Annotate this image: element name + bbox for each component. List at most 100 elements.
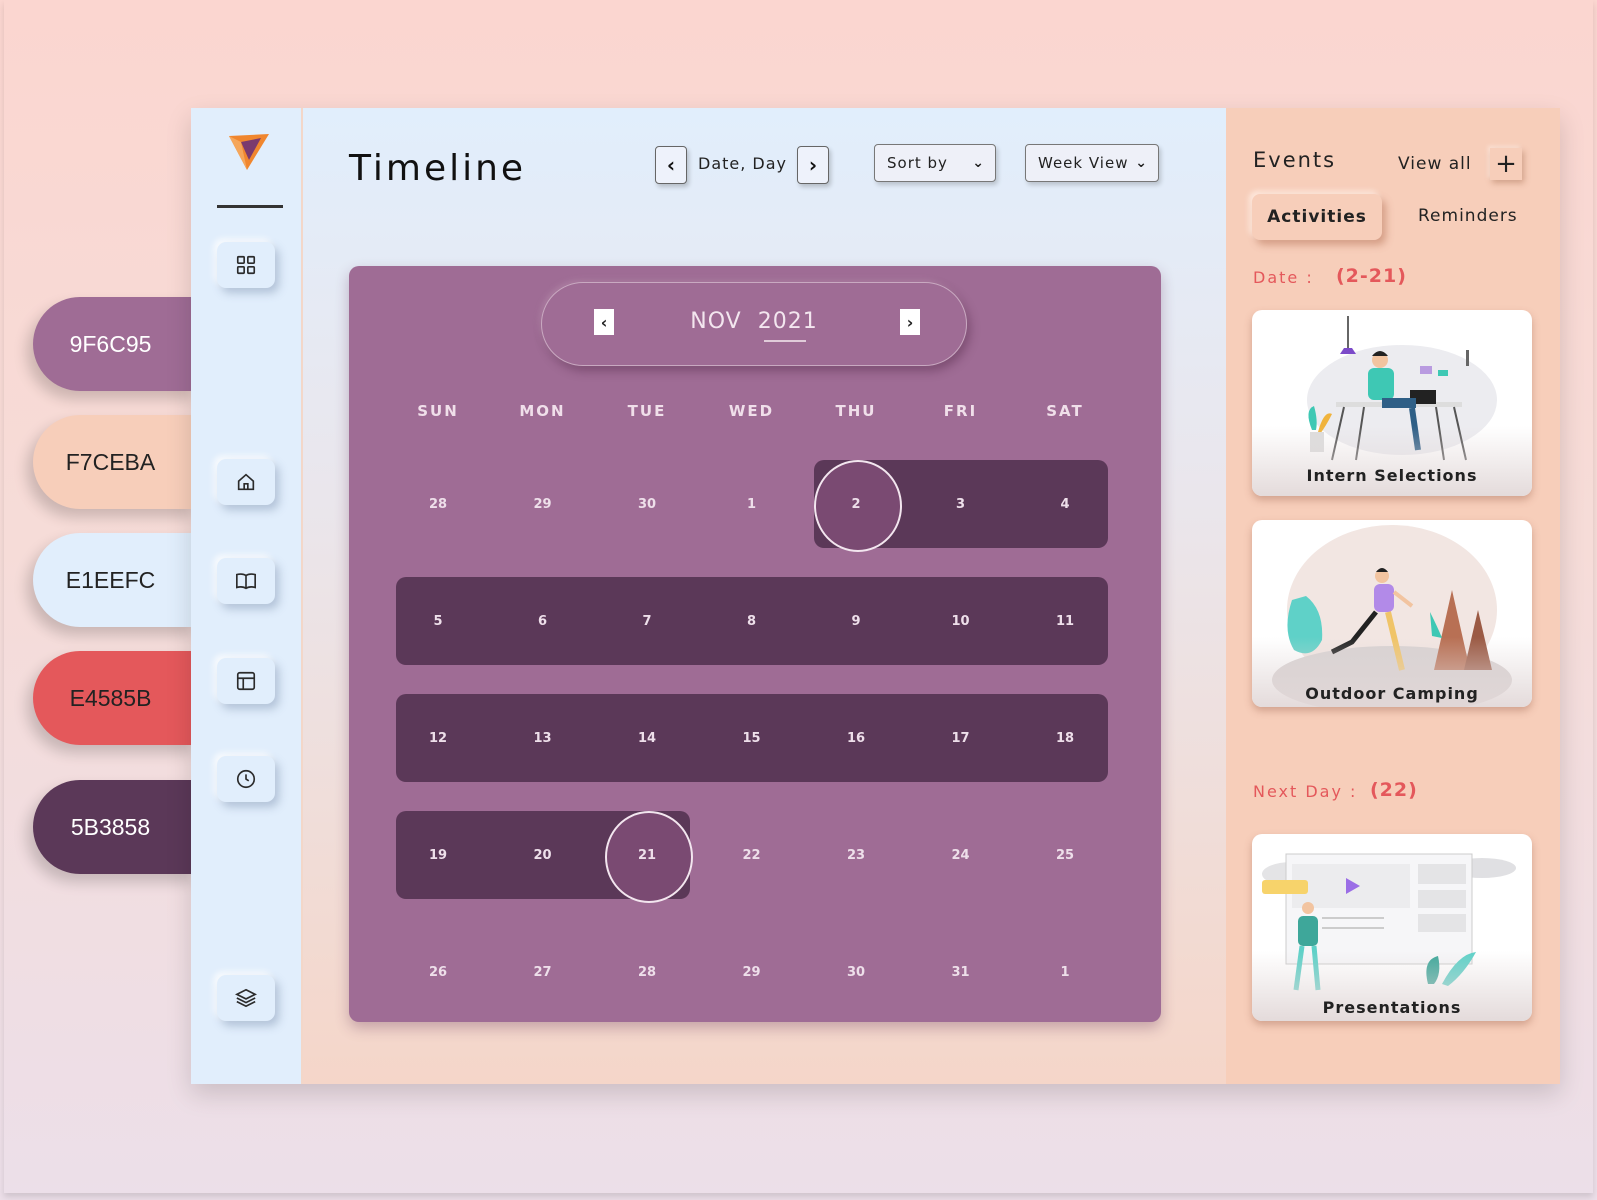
- day-cell[interactable]: 14: [595, 694, 699, 782]
- layers-button[interactable]: [217, 975, 275, 1021]
- day-cell[interactable]: 9: [804, 577, 908, 665]
- page-title: Timeline: [349, 148, 527, 189]
- day-cell[interactable]: 10: [909, 577, 1013, 665]
- add-event-button[interactable]: +: [1490, 148, 1522, 180]
- day-number: 28: [637, 964, 657, 980]
- next-date-button[interactable]: ›: [797, 146, 829, 184]
- day-cell-selected[interactable]: 21: [595, 811, 699, 903]
- day-number: 11: [1055, 613, 1075, 629]
- day-cell[interactable]: 16: [804, 694, 908, 782]
- next-day-label: Next Day :: [1253, 782, 1358, 801]
- day-number: 3: [955, 496, 966, 512]
- day-cell[interactable]: 8: [700, 577, 804, 665]
- day-cell[interactable]: 22: [700, 811, 804, 899]
- next-month-button[interactable]: ›: [900, 309, 920, 335]
- day-number: 12: [428, 730, 448, 746]
- next-day-value: (22): [1370, 779, 1418, 801]
- day-cell[interactable]: 30: [595, 460, 699, 548]
- day-number: 17: [951, 730, 970, 746]
- day-number: 30: [637, 496, 657, 512]
- prev-date-button[interactable]: ‹: [655, 146, 687, 184]
- day-number: 5: [433, 613, 443, 629]
- day-number: 27: [533, 964, 552, 980]
- app-window: Timeline ‹ Date, Day › Sort by ⌄ Week Vi…: [191, 108, 1560, 1084]
- day-number: 23: [846, 847, 866, 863]
- day-cell[interactable]: 23: [804, 811, 908, 899]
- event-card-intern-selections[interactable]: Intern Selections: [1252, 310, 1532, 496]
- chevron-right-icon: ›: [808, 153, 818, 177]
- day-cell[interactable]: 29: [700, 928, 804, 1016]
- clock-icon: [236, 769, 256, 789]
- day-cell[interactable]: 7: [595, 577, 699, 665]
- day-number: 25: [1055, 847, 1075, 863]
- calendar: ‹ NOV 2021 › SUN MON TUE WED THU FRI SAT 28 29 3…: [349, 266, 1161, 1022]
- day-cell[interactable]: 24: [909, 811, 1013, 899]
- day-number: 19: [428, 847, 448, 863]
- day-number: 2: [851, 496, 861, 512]
- year-underline: [764, 340, 806, 342]
- day-cell[interactable]: 20: [491, 811, 595, 899]
- day-cell[interactable]: 1: [700, 460, 804, 548]
- day-number: 10: [951, 613, 970, 629]
- day-cell[interactable]: 11: [1013, 577, 1117, 665]
- day-number: 16: [846, 730, 866, 746]
- month-selector: ‹ NOV 2021 ›: [541, 282, 967, 366]
- library-button[interactable]: [217, 558, 275, 604]
- date-day-label: Date, Day: [698, 154, 788, 173]
- day-number: 1: [1060, 964, 1070, 980]
- day-cell[interactable]: 29: [491, 460, 595, 548]
- home-icon: [237, 473, 255, 491]
- swatch-f7ceba: F7CEBA: [33, 415, 198, 509]
- home-button[interactable]: [217, 459, 275, 505]
- tab-activities[interactable]: Activities: [1252, 194, 1382, 240]
- day-cell[interactable]: 6: [491, 577, 595, 665]
- day-cell[interactable]: 27: [491, 928, 595, 1016]
- plus-icon: +: [1495, 149, 1517, 179]
- day-cell[interactable]: 17: [909, 694, 1013, 782]
- date-range-value: (2-21): [1336, 265, 1407, 287]
- day-cell[interactable]: 28: [386, 460, 490, 548]
- history-button[interactable]: [217, 756, 275, 802]
- tab-reminders[interactable]: Reminders: [1418, 206, 1518, 226]
- logo-divider: [217, 205, 283, 208]
- chevron-down-icon: ⌄: [972, 155, 985, 171]
- day-cell[interactable]: 3: [909, 460, 1013, 548]
- date-range-label: Date :: [1253, 268, 1314, 287]
- day-number: 30: [846, 964, 866, 980]
- layout-button[interactable]: [217, 658, 275, 704]
- day-number: 4: [1060, 496, 1070, 512]
- year-value: 2021: [757, 309, 818, 334]
- day-cell-selected[interactable]: 2: [804, 460, 908, 552]
- day-cell[interactable]: 26: [386, 928, 490, 1016]
- sort-by-dropdown[interactable]: Sort by ⌄: [874, 144, 996, 182]
- day-cell[interactable]: 15: [700, 694, 804, 782]
- day-cell[interactable]: 30: [804, 928, 908, 1016]
- day-cell[interactable]: 4: [1013, 460, 1117, 548]
- dashboard-button[interactable]: [217, 242, 275, 288]
- event-card-outdoor-camping[interactable]: Outdoor Camping: [1252, 520, 1532, 707]
- view-dropdown[interactable]: Week View ⌄: [1025, 144, 1159, 182]
- weekday-header: WED: [728, 402, 775, 420]
- view-all-link[interactable]: View all: [1398, 154, 1472, 174]
- day-number: 20: [533, 847, 552, 863]
- day-number: 29: [742, 964, 761, 980]
- card-fade: [1252, 426, 1532, 496]
- day-cell[interactable]: 25: [1013, 811, 1117, 899]
- day-number: 14: [637, 730, 657, 746]
- day-cell[interactable]: 1: [1013, 928, 1117, 1016]
- weekday-header: MON: [519, 402, 566, 420]
- day-cell[interactable]: 31: [909, 928, 1013, 1016]
- event-card-title: Intern Selections: [1306, 466, 1478, 485]
- event-card-presentations[interactable]: Presentations: [1252, 834, 1532, 1021]
- day-cell[interactable]: 18: [1013, 694, 1117, 782]
- day-cell[interactable]: 28: [595, 928, 699, 1016]
- swatch-9f6c95: 9F6C95: [33, 297, 198, 391]
- day-cell[interactable]: 19: [386, 811, 490, 899]
- swatch-5b3858: 5B3858: [33, 780, 198, 874]
- day-number: 13: [533, 730, 552, 746]
- day-number: 9: [851, 613, 861, 629]
- day-cell[interactable]: 13: [491, 694, 595, 782]
- day-cell[interactable]: 5: [386, 577, 490, 665]
- day-cell[interactable]: 12: [386, 694, 490, 782]
- layers-icon: [235, 988, 257, 1008]
